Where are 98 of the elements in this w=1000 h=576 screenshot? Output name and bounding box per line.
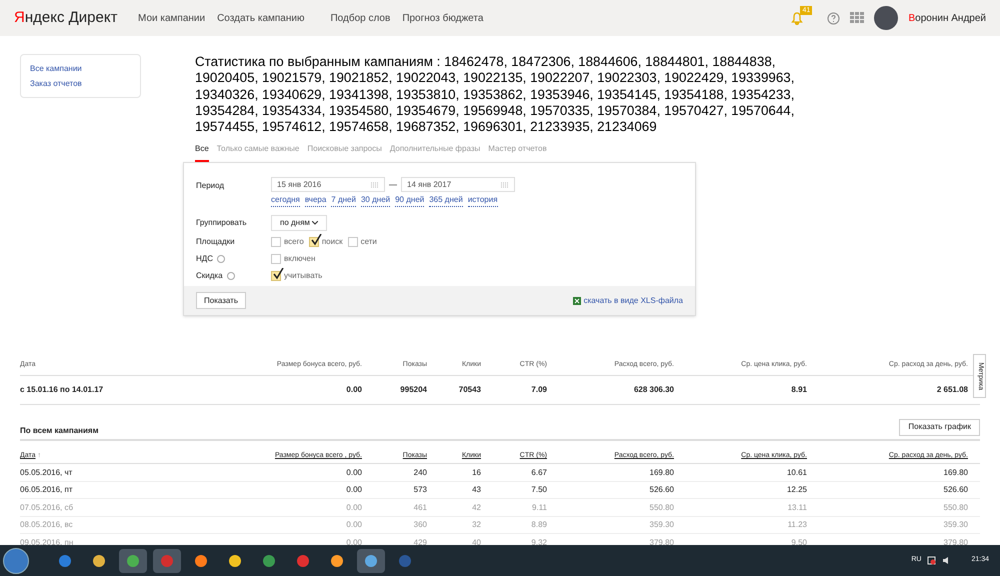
table-cell-text: 0.00 (345, 484, 362, 496)
nav-link[interactable]: Создать кампанию (217, 10, 304, 26)
table-cell-text: 429 (412, 536, 427, 549)
table-cell-text: 2 651.08 (936, 384, 968, 396)
table-cell-text: 7.09 (530, 384, 547, 396)
table-cell-text: 550.80 (942, 502, 968, 514)
table-cell-text: 8.91 (790, 384, 807, 396)
table-cell-text: 08.05.2016, вс (20, 519, 74, 532)
table-cell-text: 07.05.2016, сб (20, 502, 74, 514)
table-cell-text: 0.00 (345, 536, 362, 549)
table-cell-text: 379.80 (942, 536, 968, 549)
checkbox-label: учитывать (284, 270, 322, 282)
range-link[interactable]: история (468, 194, 498, 208)
table-cell-text: 0.00 (345, 519, 362, 532)
checkbox[interactable] (271, 237, 281, 248)
range-link[interactable]: 30 дней (360, 194, 390, 208)
table-cell-text: 42 (471, 502, 481, 514)
table-cell-text: 43 (471, 484, 481, 496)
table-cell-text: 11.23 (786, 519, 807, 532)
nav-link[interactable]: Прогноз бюджета (402, 10, 484, 26)
avatar[interactable] (874, 6, 898, 30)
table-cell-text: 169.80 (942, 466, 968, 479)
chart-button[interactable]: Показать график (899, 418, 980, 436)
checkbox[interactable] (271, 254, 281, 264)
checked-checkbox[interactable] (271, 271, 281, 282)
table-cell-text: 995204 (399, 384, 427, 396)
nav-link[interactable]: Мои кампании (138, 10, 206, 26)
table-cell-text: 628 306.30 (632, 384, 674, 396)
page-title: Статистика по выбранным кампаниям : 18462478, 18472306, 18844606, 18844801, 18844838, 19020405, 19021579, 19021852, 19022043, 19022135, 19022207, 19022303, 19022429, 19339963, 19340326, 19340629, 19341398, 19353810, 19353862, 19353946, 19354145, 19354188, 19354233, 19354284, 19354334, 19354580, 19354679, 19569948, 19570335, 19570384, 19570427, 19570644, 19574455, 19574612, 19574658, 19687352, 19696301, 21233935, 21234069 (195, 54, 795, 136)
checkbox-label: поиск (322, 236, 343, 248)
calendar-icon[interactable] (501, 182, 509, 188)
table-cell-text: 9.32 (530, 536, 547, 549)
field-label: Период (196, 180, 226, 192)
table-cell-text: 526.60 (942, 484, 968, 496)
table-cell-text: 12.25 (786, 484, 807, 496)
table-cell-text: 526.60 (648, 484, 674, 496)
table-cell-text: 32 (471, 519, 481, 532)
table-cell-text: 169.80 (648, 466, 674, 479)
checkbox-label: сети (360, 236, 377, 248)
caret-icon (312, 221, 318, 226)
range-link[interactable]: 90 дней (395, 194, 424, 208)
date-dash: — (389, 178, 397, 191)
table-cell-text: 8.89 (530, 519, 547, 532)
table-cell-text: 6.67 (530, 466, 547, 479)
group-select[interactable]: по дням (271, 215, 327, 232)
table-cell-text: 240 (412, 466, 427, 479)
table-cell-text: 06.05.2016, пт (20, 484, 74, 496)
table-cell-text: 09.05.2016, пн (20, 536, 74, 549)
table-cell-text: 573 (412, 484, 427, 496)
grid-icon[interactable] (850, 12, 864, 24)
user-name[interactable]: Воронин Андрей (908, 10, 986, 26)
download-link[interactable]: скачать в виде XLS-файла (584, 294, 683, 307)
network-icon[interactable] (927, 556, 936, 565)
checked-checkbox[interactable] (308, 237, 319, 248)
date-field[interactable]: 14 янв 2017 (401, 177, 515, 192)
table-cell-text: 05.05.2016, чт (20, 466, 74, 479)
table-cell-text: 461 (412, 502, 427, 514)
table-cell-text: 16 (471, 466, 481, 479)
nav-link[interactable]: Подбор слов (330, 10, 390, 26)
field-label: Площадки (196, 236, 236, 248)
sidebar-link[interactable]: Заказ отчетов (30, 78, 131, 90)
table-cell-text: с 15.01.16 по 14.01.17 (20, 384, 104, 396)
table-cell-text: 379.80 (648, 536, 674, 549)
range-link[interactable]: сегодня (271, 194, 300, 208)
start-button[interactable] (3, 548, 29, 574)
checkbox[interactable] (348, 237, 358, 248)
table-cell-text: 360 (412, 519, 427, 532)
table-cell-text: 0.00 (345, 502, 362, 514)
table-cell-text: 40 (471, 536, 481, 549)
range-link[interactable]: 365 дней (429, 194, 463, 208)
table-cell-text: 0.00 (345, 466, 362, 479)
table-cell-text: 70543 (458, 384, 481, 396)
field-label: НДС (196, 253, 213, 266)
show-button[interactable]: Показать (196, 292, 246, 310)
date-field[interactable]: 15 янв 2016 (271, 177, 385, 192)
table-cell-text: 13.11 (786, 502, 807, 514)
range-link[interactable]: 7 дней (331, 194, 356, 208)
checkbox-label: включен (284, 253, 316, 266)
app-icon[interactable] (119, 548, 147, 572)
table-cell-text: 359.30 (942, 519, 968, 532)
checkbox-label: всего (284, 236, 304, 248)
table-cell-text: 10.61 (786, 466, 807, 479)
table-cell-text: 9.50 (790, 536, 807, 549)
report-tab[interactable]: Все (195, 143, 209, 162)
table-cell-text: 0.00 (345, 384, 362, 396)
section-title: По всем кампаниям (20, 424, 98, 437)
field-label: Скидка (196, 270, 223, 282)
table-cell-text: 9.11 (531, 502, 547, 514)
sidebar-link[interactable]: Все кампании (30, 63, 131, 75)
calendar-icon[interactable] (371, 182, 379, 188)
table-cell-text: 7.50 (530, 484, 547, 496)
spreadsheet-icon (572, 296, 581, 305)
logo[interactable]: Яндекс Директ (14, 6, 138, 30)
table-cell-text: 550.80 (648, 502, 674, 514)
app-icon[interactable] (357, 548, 385, 572)
table-cell-text: 359.30 (648, 519, 674, 532)
range-link[interactable]: вчера (304, 194, 326, 208)
field-label: Группировать (196, 217, 248, 230)
